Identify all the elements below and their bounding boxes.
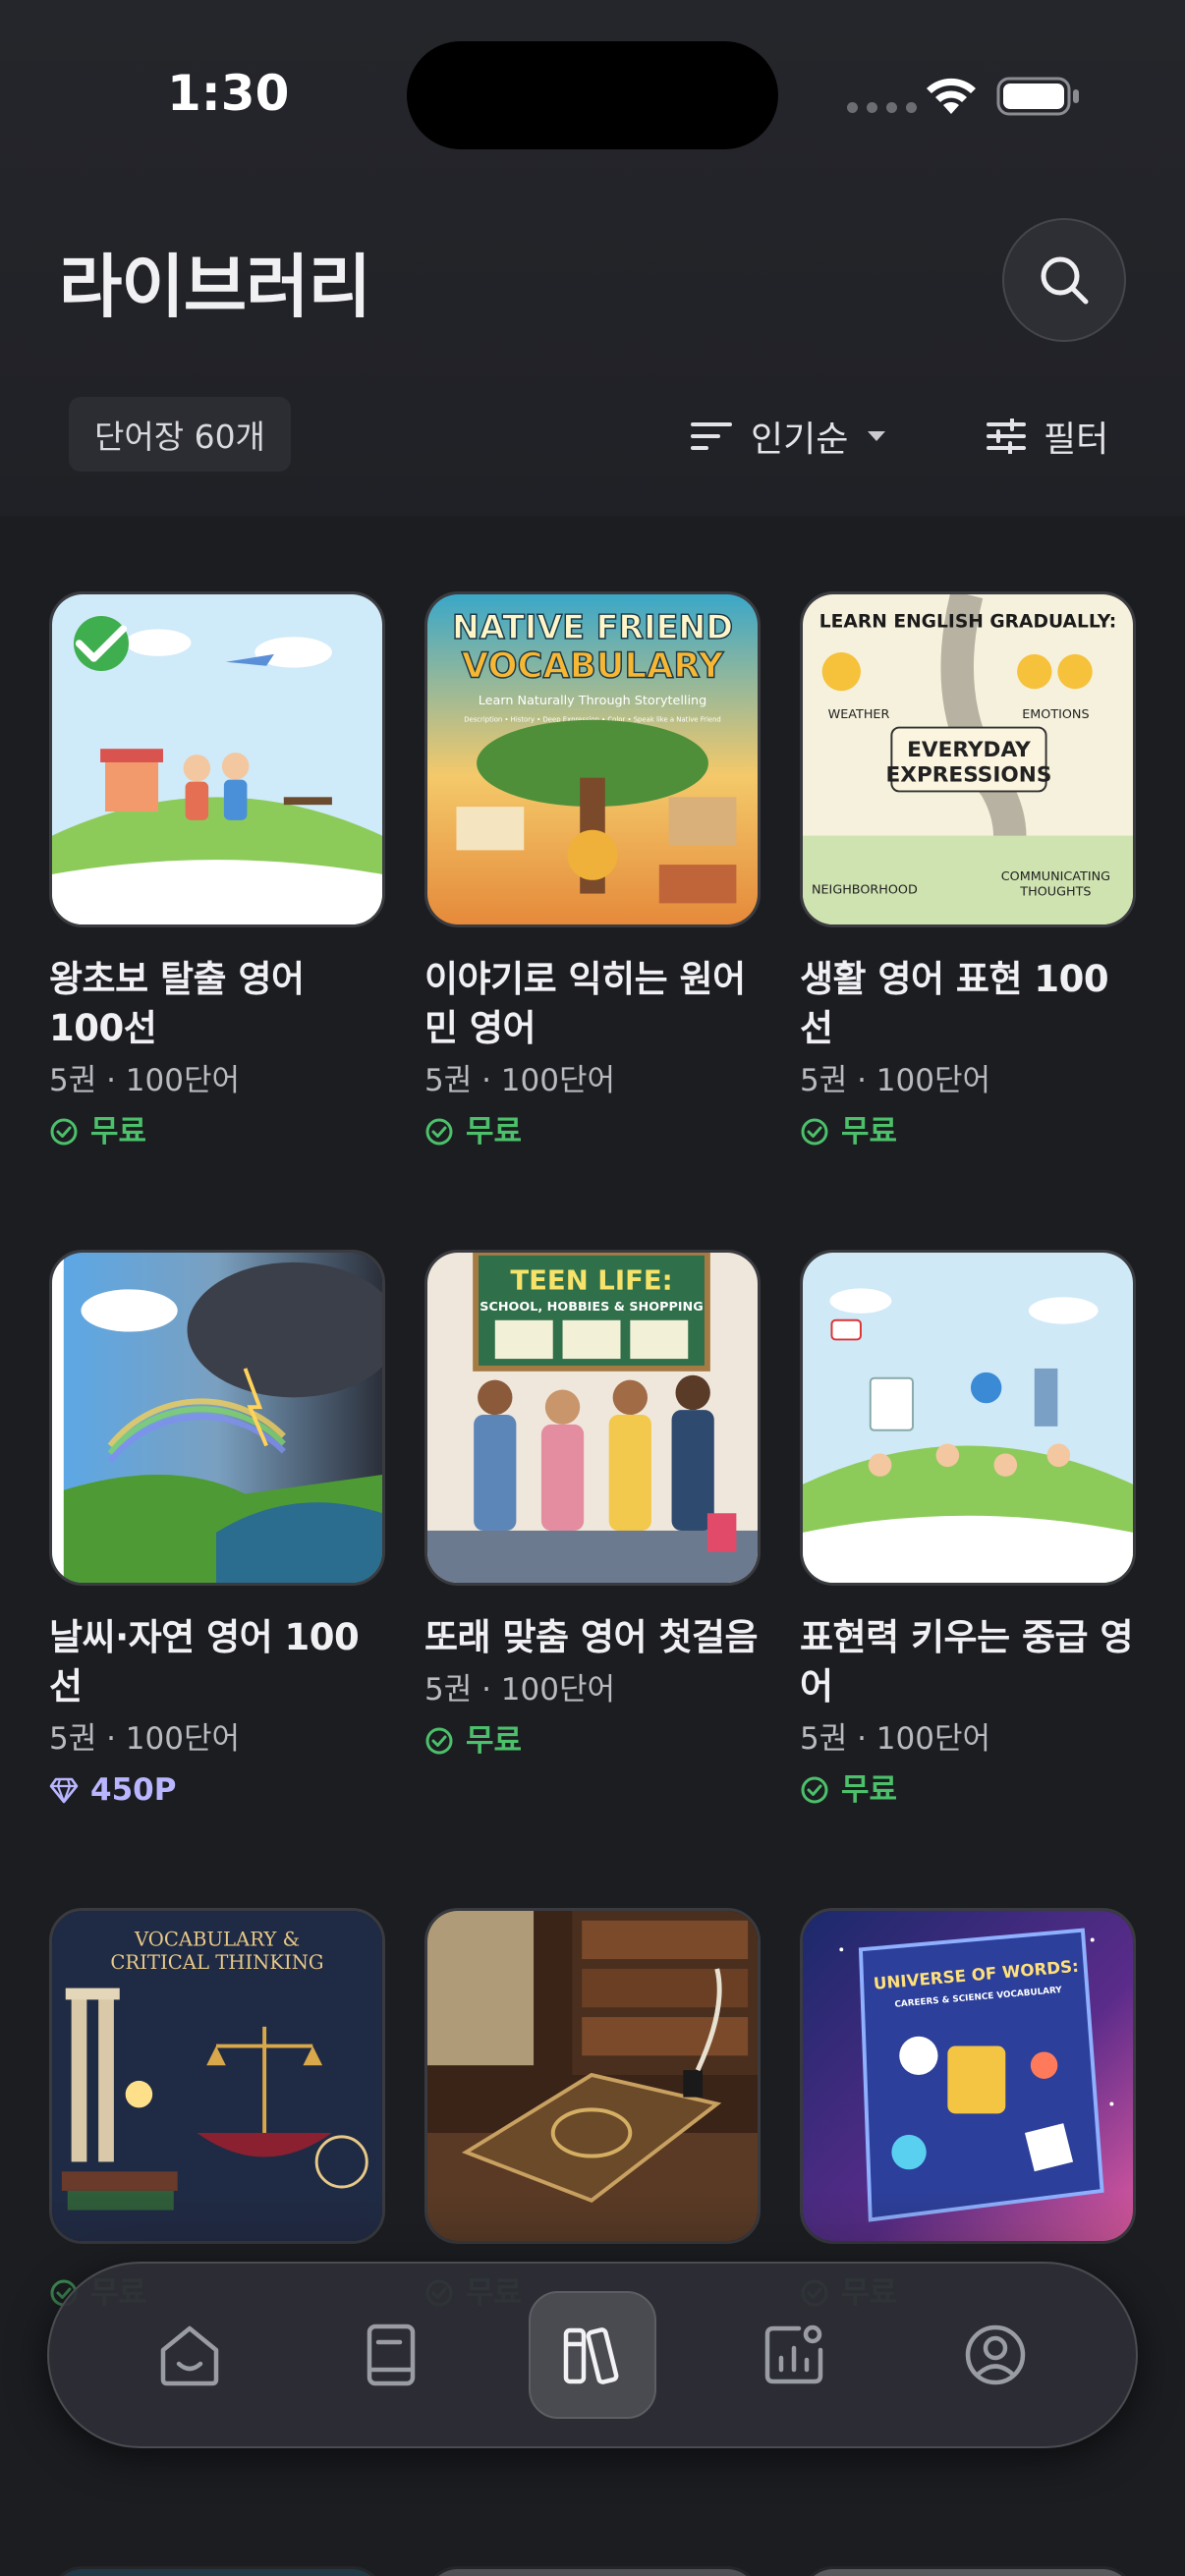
book-meta: 5권 · 100단어 xyxy=(424,1063,616,1098)
library-books-icon xyxy=(563,2327,619,2384)
cover-title-line1: VOCABULARY & xyxy=(134,1928,300,1950)
sort-button[interactable]: 인기순 xyxy=(690,407,887,466)
book-meta: 5권 · 100단어 xyxy=(800,1721,991,1757)
check-icon xyxy=(75,625,128,662)
book-price: 무료 xyxy=(424,1719,761,1763)
book-price: 무료 xyxy=(800,1768,1136,1812)
cover-subtitle: Learn Naturally Through Storytelling xyxy=(479,694,706,708)
book-price: 무료 xyxy=(800,1110,1136,1153)
page-title: 라이브러리 xyxy=(59,247,371,327)
caret-down-icon xyxy=(868,431,886,441)
stats-chart-icon xyxy=(764,2324,823,2384)
cover-title-line2: SCHOOL, HOBBIES & SHOPPING xyxy=(480,1300,703,1315)
book-card[interactable]: 표현력 키우는 중급 영어 5권 · 100단어 무료 xyxy=(800,1250,1136,1812)
cover-label-weather: WEATHER xyxy=(828,707,890,722)
sort-label: 인기순 xyxy=(751,420,849,460)
book-cover xyxy=(49,1250,385,1586)
cover-title-line2: VOCABULARY xyxy=(462,645,724,686)
sort-icon xyxy=(691,422,732,450)
book-icon xyxy=(367,2324,416,2386)
book-card[interactable]: TEEN LIFE: SCHOOL, HOBBIES & SHOPPING 또래… xyxy=(424,1250,761,1763)
wordbook-count-label: 단어장 60개 xyxy=(94,418,265,456)
cover-title-line1: NATIVE FRIEND xyxy=(452,608,733,646)
filter-sliders-icon xyxy=(987,419,1026,454)
book-card[interactable]: NATIVE FRIEND VOCABULARY Learn Naturally… xyxy=(424,591,761,1153)
filter-button[interactable]: 필터 xyxy=(987,407,1108,466)
cover-label-emotions: EMOTIONS xyxy=(1022,707,1089,722)
dynamic-island xyxy=(407,41,778,149)
cover-label-communicating: COMMUNICATING xyxy=(1001,869,1110,884)
battery-icon xyxy=(996,77,1079,116)
book-title: 이야기로 익히는 원어민 영어 xyxy=(424,958,746,1049)
book-card[interactable]: LEARN ENGLISH GRADUALLY: WEATHER EMOTION… xyxy=(800,591,1136,1153)
check-circle-icon xyxy=(50,1118,78,1146)
cover-label-thoughts: THOUGHTS xyxy=(1019,885,1091,900)
book-cover: NATIVE FRIEND VOCABULARY Learn Naturally… xyxy=(424,591,761,927)
book-price: 450P xyxy=(49,1768,385,1812)
cover-center-line2: EXPRESSIONS xyxy=(886,763,1052,788)
book-cover: TEEN LIFE: SCHOOL, HOBBIES & SHOPPING xyxy=(424,1250,761,1586)
book-cover xyxy=(49,591,385,927)
filter-label: 필터 xyxy=(1044,420,1109,460)
home-icon xyxy=(160,2325,218,2386)
book-price-label: 무료 xyxy=(466,1723,523,1759)
search-icon xyxy=(1041,256,1089,305)
cellular-signal-icon xyxy=(847,102,917,113)
status-time: 1:30 xyxy=(167,65,290,122)
book-price-label: 무료 xyxy=(466,1114,523,1149)
book-price: 무료 xyxy=(49,1110,385,1153)
book-price-label: 무료 xyxy=(90,1114,147,1149)
book-title: 생활 영어 표현 100선 xyxy=(800,958,1109,1049)
tab-stats[interactable] xyxy=(730,2291,858,2419)
check-circle-icon xyxy=(425,1727,453,1755)
book-title: 표현력 키우는 중급 영어 xyxy=(800,1616,1134,1708)
wordbook-count-chip: 단어장 60개 xyxy=(69,397,291,472)
book-title: 왕초보 탈출 영어 100선 xyxy=(49,958,305,1049)
book-price-label: 450P xyxy=(90,1772,177,1808)
check-circle-icon xyxy=(801,1118,828,1146)
cover-top-text: LEARN ENGLISH GRADUALLY: xyxy=(819,611,1116,632)
book-meta: 5권 · 100단어 xyxy=(800,1063,991,1098)
cover-center-line1: EVERYDAY xyxy=(907,738,1031,762)
book-card[interactable]: 날씨·자연 영어 100선 5권 · 100단어 450P xyxy=(49,1250,385,1812)
tab-wordbook[interactable] xyxy=(327,2291,455,2419)
tab-library[interactable] xyxy=(528,2291,656,2419)
book-price-label: 무료 xyxy=(841,1772,898,1808)
cover-label-neighborhood: NEIGHBORHOOD xyxy=(812,883,918,898)
tab-profile[interactable] xyxy=(931,2291,1059,2419)
diamond-icon xyxy=(49,1777,79,1804)
profile-icon xyxy=(966,2324,1026,2385)
book-title: 또래 맞춤 영어 첫걸음 xyxy=(424,1616,759,1658)
check-circle-icon xyxy=(801,1776,828,1804)
wifi-icon xyxy=(927,78,976,114)
owned-check-badge xyxy=(74,616,129,671)
bottom-tab-bar xyxy=(47,2262,1138,2448)
check-circle-icon xyxy=(425,1118,453,1146)
book-meta: 5권 · 100단어 xyxy=(49,1721,241,1757)
search-button[interactable] xyxy=(1002,218,1126,342)
book-cover: LEARN ENGLISH GRADUALLY: WEATHER EMOTION… xyxy=(800,591,1136,927)
cover-title-line1: TEEN LIFE: xyxy=(510,1264,672,1296)
tab-home[interactable] xyxy=(126,2291,254,2419)
book-price-label: 무료 xyxy=(841,1114,898,1149)
book-card[interactable]: 왕초보 탈출 영어 100선 5권 · 100단어 무료 xyxy=(49,591,385,1153)
book-cover xyxy=(800,1250,1136,1586)
cover-title-line2: CRITICAL THINKING xyxy=(110,1951,323,1974)
book-price: 무료 xyxy=(424,1110,761,1153)
book-title: 날씨·자연 영어 100선 xyxy=(49,1616,360,1708)
book-meta: 5권 · 100단어 xyxy=(424,1672,616,1708)
book-meta: 5권 · 100단어 xyxy=(49,1063,241,1098)
